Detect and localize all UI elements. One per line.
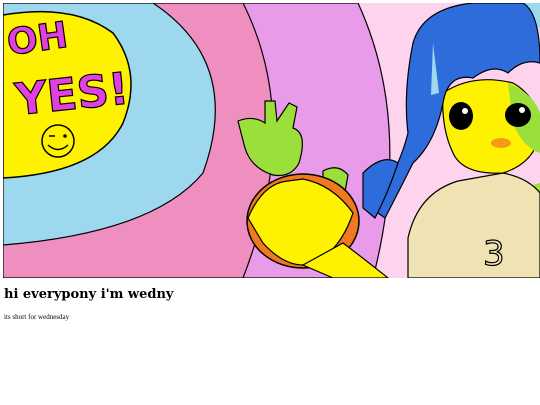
character-right-eye [505, 103, 531, 127]
character-blush [491, 138, 511, 148]
shirt-number: 3 [483, 234, 505, 274]
speech-word-oh: OH [5, 15, 71, 64]
page-title: hi everypony i'm wedny [4, 287, 174, 302]
page-subtitle: its short for wednesday [4, 313, 70, 321]
character-left-eye [449, 102, 473, 130]
wedny-illustration: OH YES! 3 [3, 3, 540, 278]
winking-smiley-icon [41, 124, 75, 158]
